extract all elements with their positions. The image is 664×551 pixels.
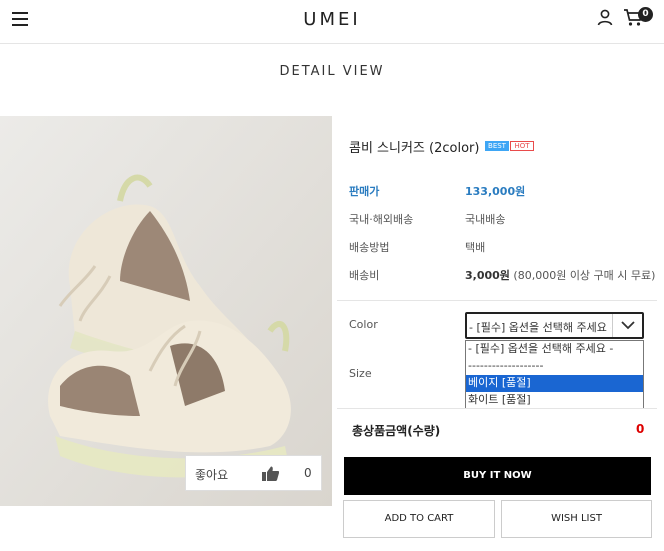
page-title: DETAIL VIEW <box>279 64 385 79</box>
user-icon[interactable] <box>597 9 613 26</box>
like-button[interactable]: 좋아요 0 <box>185 455 322 491</box>
price-label: 판매가 <box>349 185 380 198</box>
price-value: 133,000원 <box>465 185 526 198</box>
divider <box>337 300 657 301</box>
color-select[interactable]: - [필수] 옵션을 선택해 주세요 - <box>465 312 644 339</box>
thumbs-up-icon <box>262 466 279 481</box>
product-photo <box>0 116 332 506</box>
buy-now-button[interactable]: BUY IT NOW <box>344 457 651 495</box>
shipping-region-value: 국내배송 <box>465 213 506 226</box>
color-select-value: - [필수] 옵션을 선택해 주세요 - <box>469 321 611 334</box>
dropdown-option-separator[interactable]: ------------------- <box>466 358 643 375</box>
product-name: 콤비 스니커즈 (2color) <box>349 141 480 156</box>
total-value: 0 <box>636 422 645 436</box>
chevron-down-icon[interactable] <box>612 314 642 337</box>
header: UMEI 0 <box>0 0 664 44</box>
like-label: 좋아요 <box>195 468 229 482</box>
total-label: 총상품금액(수량) <box>352 424 441 438</box>
shipping-region-label: 국내·해외배송 <box>349 213 414 226</box>
dropdown-option-white[interactable]: 화이트 [품절] <box>466 392 643 409</box>
hot-badge: HOT <box>510 141 534 151</box>
store-logo[interactable]: UMEI <box>0 9 664 30</box>
size-option-label: Size <box>349 367 372 380</box>
shipping-method-label: 배송방법 <box>349 241 390 254</box>
divider <box>337 408 657 409</box>
color-option-label: Color <box>349 318 378 331</box>
add-to-cart-button[interactable]: ADD TO CART <box>343 500 495 538</box>
color-dropdown-list: - [필수] 옵션을 선택해 주세요 - -------------------… <box>465 340 644 409</box>
dropdown-option-placeholder[interactable]: - [필수] 옵션을 선택해 주세요 - <box>466 341 643 358</box>
dropdown-option-beige[interactable]: 베이지 [품절] <box>466 375 643 392</box>
wish-list-button[interactable]: WISH LIST <box>501 500 652 538</box>
shipping-fee-label: 배송비 <box>349 269 380 282</box>
cart-count-badge: 0 <box>638 7 653 22</box>
like-count: 0 <box>304 466 312 480</box>
shipping-method-value: 택배 <box>465 241 486 254</box>
best-badge: BEST <box>485 141 509 151</box>
shipping-fee-value: 3,000원 (80,000원 이상 구매 시 무료) <box>465 269 656 282</box>
